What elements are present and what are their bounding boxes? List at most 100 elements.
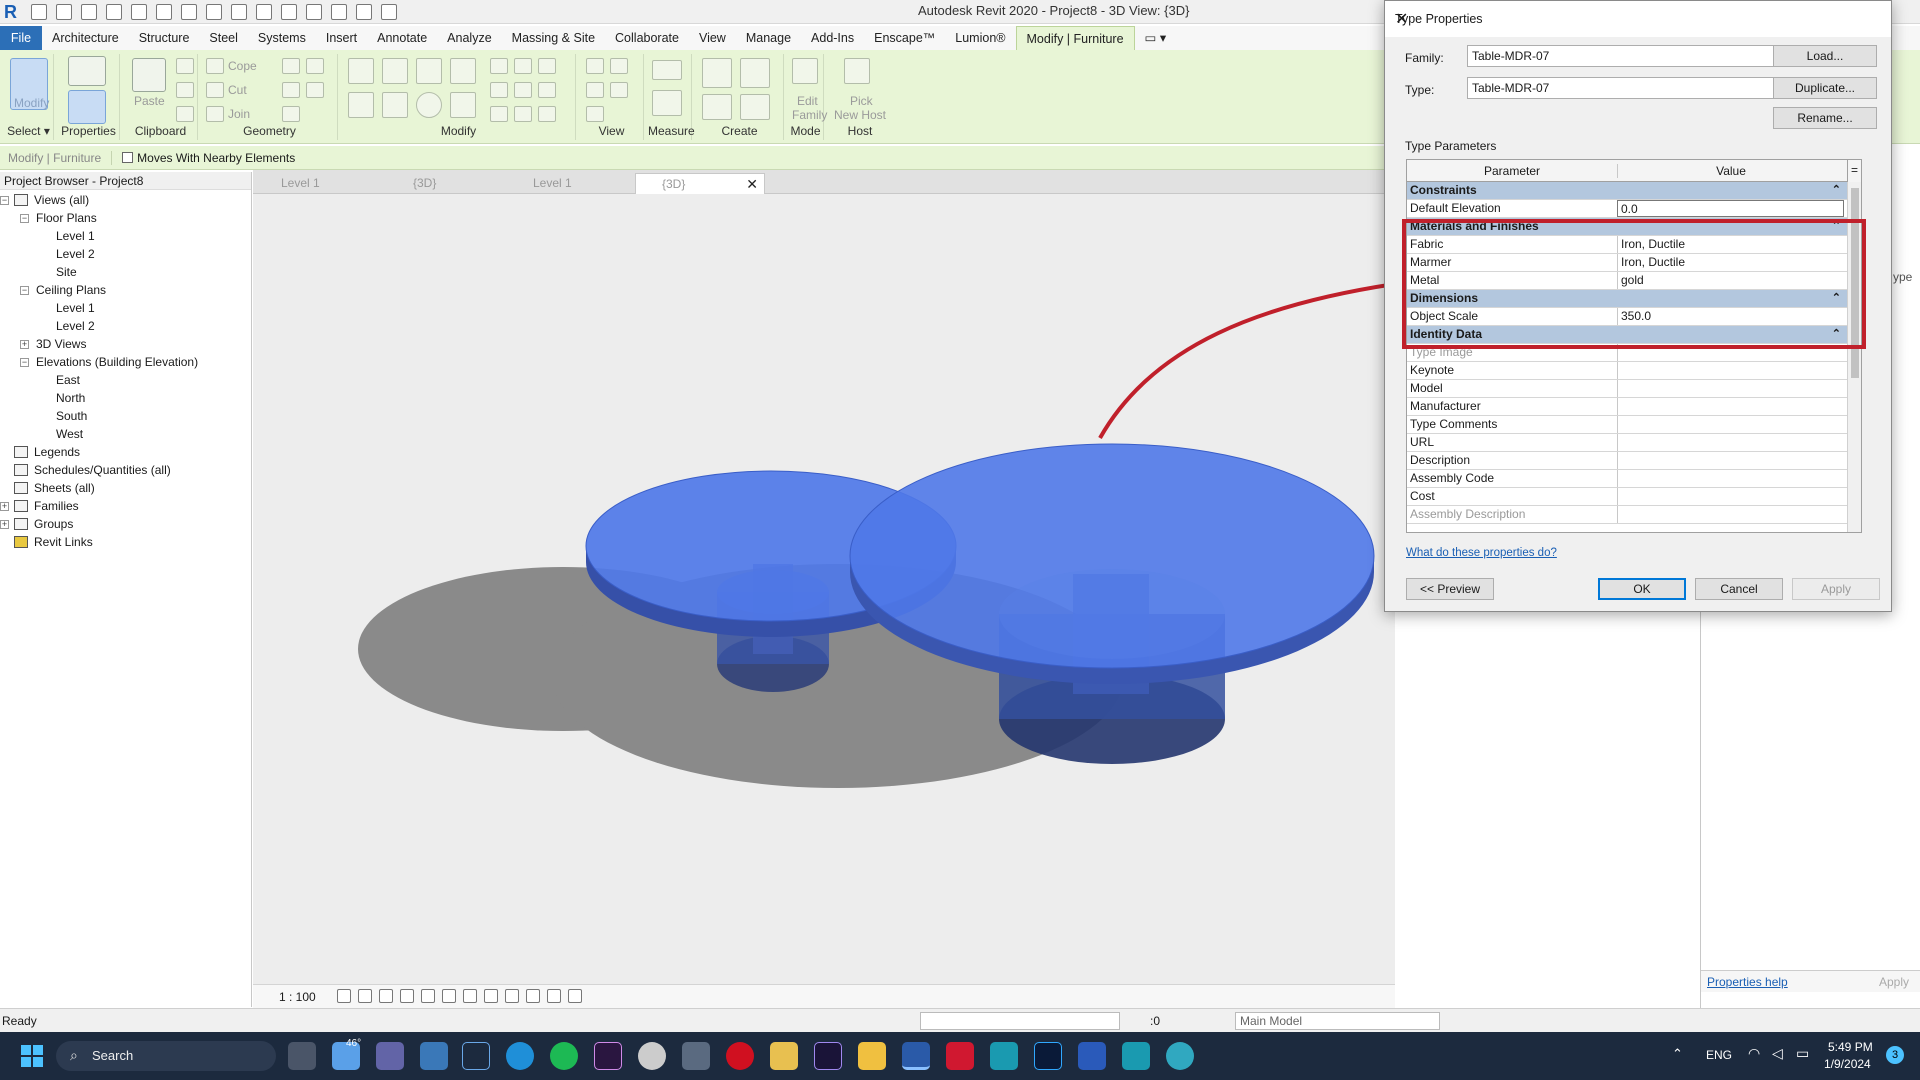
scale-icon[interactable] xyxy=(538,58,556,74)
wifi-icon[interactable]: ◠ xyxy=(1748,1045,1760,1062)
unlock-view-icon[interactable] xyxy=(484,989,498,1003)
isolate-icon[interactable] xyxy=(586,106,604,122)
tab-systems[interactable]: Systems xyxy=(248,26,316,50)
sync-icon[interactable] xyxy=(81,4,97,20)
tree-item[interactable]: 3D Views xyxy=(36,336,86,352)
mirror-pick-axis-icon[interactable] xyxy=(416,58,442,84)
tree-item[interactable]: Legends xyxy=(34,444,80,460)
join-icon[interactable] xyxy=(206,106,224,122)
render-icon[interactable] xyxy=(421,989,435,1003)
join-roof-icon[interactable] xyxy=(282,106,300,122)
trim-icon[interactable] xyxy=(538,82,556,98)
cope-label[interactable]: Cope xyxy=(228,59,257,73)
tree-item[interactable]: Elevations (Building Elevation) xyxy=(36,354,198,370)
collapse-chevron-icon[interactable]: ⌃ xyxy=(1832,182,1841,199)
extend-icon[interactable] xyxy=(490,106,508,122)
parameter-value-field[interactable] xyxy=(1617,380,1844,397)
tab-massing-site[interactable]: Massing & Site xyxy=(502,26,605,50)
switch-windows-icon[interactable] xyxy=(381,4,397,20)
apply-button[interactable]: Apply xyxy=(1792,578,1880,600)
match-type-icon[interactable] xyxy=(176,106,194,122)
open-icon[interactable] xyxy=(31,4,47,20)
parameter-row[interactable]: Assembly Description xyxy=(1407,506,1847,524)
show-crop-icon[interactable] xyxy=(463,989,477,1003)
aligned-dimension-icon[interactable] xyxy=(652,90,682,116)
tree-expand-icon[interactable]: − xyxy=(20,358,29,367)
rename-button[interactable]: Rename... xyxy=(1773,107,1877,129)
file-explorer-icon[interactable] xyxy=(858,1042,886,1070)
tree-item[interactable]: Ceiling Plans xyxy=(36,282,106,298)
load-button[interactable]: Load... xyxy=(1773,45,1877,67)
cut-geometry-icon[interactable] xyxy=(206,82,224,98)
parameter-value-field[interactable] xyxy=(1617,506,1844,523)
tree-expand-icon[interactable]: + xyxy=(0,502,9,511)
tree-expand-icon[interactable]: − xyxy=(20,214,29,223)
tree-item[interactable]: North xyxy=(56,390,85,406)
create-group-icon[interactable] xyxy=(702,94,732,120)
tree-item[interactable]: Families xyxy=(34,498,79,514)
view-tab-3d-active[interactable]: {3D} ✕ xyxy=(635,173,765,194)
tree-expand-icon[interactable]: + xyxy=(20,340,29,349)
tree-item[interactable]: Site xyxy=(56,264,77,280)
after-effects-icon[interactable] xyxy=(814,1042,842,1070)
view-tab-3d[interactable]: {3D} xyxy=(387,173,517,194)
shadows-icon[interactable] xyxy=(400,989,414,1003)
properties-apply-button[interactable]: Apply xyxy=(1879,975,1909,989)
parameter-value-field[interactable] xyxy=(1617,362,1844,379)
thin-lines-icon[interactable] xyxy=(331,4,347,20)
parameter-row[interactable]: URL xyxy=(1407,434,1847,452)
3dsmax-icon[interactable] xyxy=(990,1042,1018,1070)
properties-palette-icon[interactable] xyxy=(68,90,106,124)
measure-distance-icon[interactable] xyxy=(652,60,682,80)
close-tab-icon[interactable]: ✕ xyxy=(746,174,758,195)
override-graphics-icon[interactable] xyxy=(610,58,628,74)
join-label[interactable]: Join xyxy=(228,107,250,121)
tab-structure[interactable]: Structure xyxy=(129,26,200,50)
save-icon[interactable] xyxy=(56,4,72,20)
tree-item[interactable]: Groups xyxy=(34,516,73,532)
duplicate-button[interactable]: Duplicate... xyxy=(1773,77,1877,99)
dialog-close-icon[interactable]: ✕ xyxy=(1395,9,1879,29)
preview-button[interactable]: << Preview xyxy=(1406,578,1494,600)
split-gap-icon[interactable] xyxy=(514,106,532,122)
clock-time[interactable]: 5:49 PM xyxy=(1828,1040,1873,1054)
create-assembly-icon[interactable] xyxy=(702,58,732,88)
workset-dropdown[interactable] xyxy=(920,1012,1120,1030)
hide-in-view-icon[interactable] xyxy=(586,58,604,74)
create-similar-icon[interactable] xyxy=(740,94,770,120)
print-icon[interactable] xyxy=(156,4,172,20)
copy-icon[interactable] xyxy=(382,92,408,118)
section-icon[interactable] xyxy=(306,4,322,20)
parameter-value-field[interactable] xyxy=(1617,452,1844,469)
clock-date[interactable]: 1/9/2024 xyxy=(1824,1057,1871,1071)
parameter-value-field[interactable] xyxy=(1617,398,1844,415)
tree-expand-icon[interactable]: − xyxy=(0,196,9,205)
view-scale[interactable]: 1 : 100 xyxy=(279,990,316,1004)
parameter-row[interactable]: Manufacturer xyxy=(1407,398,1847,416)
analysis-display-icon[interactable] xyxy=(568,989,582,1003)
lightroom-icon[interactable] xyxy=(462,1042,490,1070)
close-hidden-icon[interactable] xyxy=(356,4,372,20)
tree-item[interactable]: Schedules/Quantities (all) xyxy=(34,462,171,478)
view-tab-level-1[interactable]: Level 1 xyxy=(255,173,385,194)
tree-item[interactable]: West xyxy=(56,426,83,442)
spotify-icon[interactable] xyxy=(550,1042,578,1070)
linework-icon[interactable] xyxy=(586,82,604,98)
tab-architecture[interactable]: Architecture xyxy=(42,26,129,50)
mirror-draw-axis-icon[interactable] xyxy=(450,58,476,84)
photoshop-icon[interactable] xyxy=(1034,1042,1062,1070)
array-icon[interactable] xyxy=(514,58,532,74)
parameter-row[interactable]: Cost xyxy=(1407,488,1847,506)
tree-item[interactable]: Level 2 xyxy=(56,318,95,334)
tab-annotate[interactable]: Annotate xyxy=(367,26,437,50)
ribbon-display-toggle-icon[interactable]: ▭ ▾ xyxy=(1135,26,1177,50)
tab-collaborate[interactable]: Collaborate xyxy=(605,26,689,50)
tree-expand-icon[interactable]: + xyxy=(0,520,9,529)
windows-start-icon[interactable] xyxy=(18,1042,46,1070)
wall-joins-icon[interactable] xyxy=(282,58,300,74)
move-icon[interactable] xyxy=(348,92,374,118)
reveal-hidden-icon[interactable] xyxy=(526,989,540,1003)
temp-hide-icon[interactable] xyxy=(505,989,519,1003)
revit-logo-icon[interactable]: R xyxy=(4,2,22,22)
tree-item[interactable]: Floor Plans xyxy=(36,210,97,226)
